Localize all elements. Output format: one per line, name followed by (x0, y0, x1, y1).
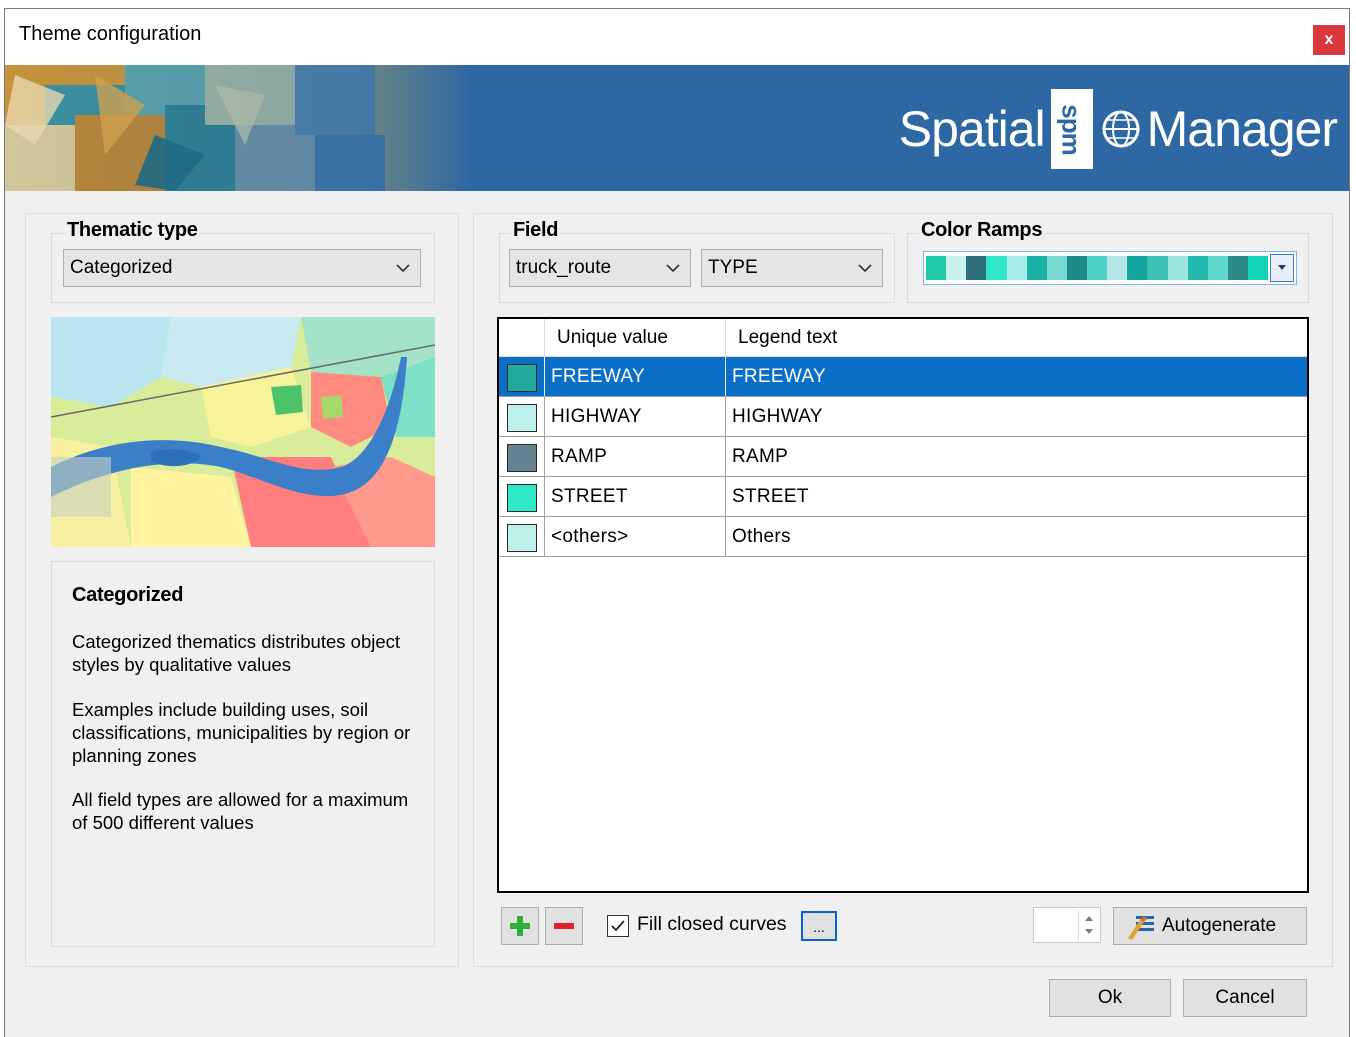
minus-icon (554, 923, 574, 929)
swatch-cell[interactable] (499, 437, 545, 476)
spinner-up-icon[interactable] (1084, 915, 1094, 922)
column-select[interactable]: TYPE (701, 249, 883, 287)
remove-value-button[interactable] (545, 907, 583, 945)
legend-text-column-header[interactable]: Legend text (726, 319, 1307, 357)
ramp-swatch (1207, 256, 1228, 280)
description-title: Categorized (72, 584, 184, 606)
header-banner: Spatial spm Manager (5, 65, 1349, 191)
description-paragraph-2: Examples include building uses, soil cla… (72, 699, 411, 766)
legend-text-cell[interactable]: STREET (726, 477, 1307, 516)
title-bar: Theme configuration x (5, 9, 1349, 65)
thematic-type-select[interactable]: Categorized (63, 249, 421, 287)
autogenerate-button[interactable]: Autogenerate (1113, 907, 1307, 945)
add-value-button[interactable] (501, 907, 539, 945)
unique-value-cell[interactable]: RAMP (545, 437, 726, 476)
ramp-swatch (1066, 256, 1087, 280)
swatch-cell[interactable] (499, 477, 545, 516)
fill-style-ellipsis-button[interactable]: ... (801, 911, 837, 941)
autogenerate-count-spinner[interactable] (1033, 907, 1101, 943)
autogenerate-icon (1128, 916, 1154, 940)
spinner-arrows[interactable] (1078, 910, 1098, 940)
color-ramps-label: Color Ramps (919, 219, 1045, 242)
ramp-swatch (986, 256, 1007, 280)
legend-text-cell[interactable]: FREEWAY (726, 357, 1307, 396)
color-swatch[interactable] (507, 404, 537, 432)
ok-button[interactable]: Ok (1049, 979, 1171, 1017)
ramp-swatch (1026, 256, 1047, 280)
close-button[interactable]: x (1313, 25, 1345, 55)
ramp-swatch (1087, 256, 1108, 280)
ramp-swatch (1167, 256, 1188, 280)
column-select-value: TYPE (708, 257, 758, 278)
swatch-cell[interactable] (499, 357, 545, 396)
table-row[interactable]: HIGHWAY HIGHWAY (499, 397, 1307, 437)
unique-values-grid[interactable]: Unique value Legend text FREEWAY FREEWAY H… (497, 317, 1309, 893)
thematic-description-panel: Categorized Categorized thematics distri… (51, 561, 435, 947)
ramp-swatch (1147, 256, 1168, 280)
ramp-dropdown-button[interactable] (1270, 254, 1294, 282)
globe-icon (1099, 99, 1143, 159)
ramp-swatch (946, 256, 967, 280)
swatch-column-header (499, 319, 545, 357)
field-label: Field (511, 219, 561, 242)
fill-closed-curves-checkbox[interactable] (607, 915, 629, 937)
table-row[interactable]: <others> Others (499, 517, 1307, 557)
ramp-swatch (926, 256, 947, 280)
checkmark-icon (611, 920, 625, 932)
window-title: Theme configuration (19, 23, 202, 45)
table-select[interactable]: truck_route (509, 249, 691, 287)
legend-text-cell[interactable]: RAMP (726, 437, 1307, 476)
ramp-swatch (1248, 256, 1269, 280)
description-paragraph-1: Categorized thematics distributes object… (72, 631, 401, 675)
chevron-down-icon (858, 264, 872, 273)
unique-value-cell[interactable]: <others> (545, 517, 726, 556)
thematic-type-label: Thematic type (65, 219, 200, 242)
cancel-button[interactable]: Cancel (1183, 979, 1307, 1017)
description-paragraph-3: All field types are allowed for a maximu… (72, 789, 409, 833)
spm-badge: spm (1050, 89, 1093, 169)
color-ramp-select[interactable] (923, 251, 1297, 285)
ramp-swatch (1006, 256, 1027, 280)
unique-value-column-header[interactable]: Unique value (545, 319, 726, 357)
banner-map-image (5, 65, 475, 191)
autogenerate-label: Autogenerate (1162, 915, 1277, 936)
swatch-cell[interactable] (499, 397, 545, 436)
color-ramp-preview (926, 256, 1269, 280)
plus-icon (510, 916, 530, 936)
caret-down-icon (1278, 265, 1286, 270)
ramp-swatch (1127, 256, 1148, 280)
unique-value-cell[interactable]: STREET (545, 477, 726, 516)
legend-text-cell[interactable]: Others (726, 517, 1307, 556)
legend-text-cell[interactable]: HIGHWAY (726, 397, 1307, 436)
table-select-value: truck_route (516, 257, 612, 278)
fill-closed-curves-label: Fill closed curves (637, 913, 787, 935)
swatch-cell[interactable] (499, 517, 545, 556)
theme-configuration-dialog: Theme configuration x Spatial spm Manage… (4, 8, 1350, 1037)
spinner-down-icon[interactable] (1084, 928, 1094, 935)
brand-right-text: Manager (1146, 101, 1338, 157)
color-swatch[interactable] (507, 484, 537, 512)
ramp-swatch (1227, 256, 1248, 280)
ramp-swatch (966, 256, 987, 280)
ramp-swatch (1187, 256, 1208, 280)
brand-left-text: Spatial (898, 101, 1046, 157)
unique-value-cell[interactable]: FREEWAY (545, 357, 726, 396)
grid-header: Unique value Legend text (499, 319, 1307, 357)
chevron-down-icon (666, 264, 680, 273)
table-row[interactable]: FREEWAY FREEWAY (499, 357, 1307, 397)
ramp-swatch (1107, 256, 1128, 280)
thematic-preview-map (51, 317, 435, 547)
chevron-down-icon (396, 264, 410, 273)
color-swatch[interactable] (507, 444, 537, 472)
color-swatch[interactable] (507, 524, 537, 552)
unique-value-cell[interactable]: HIGHWAY (545, 397, 726, 436)
table-row[interactable]: RAMP RAMP (499, 437, 1307, 477)
thematic-type-value: Categorized (70, 257, 173, 278)
table-row[interactable]: STREET STREET (499, 477, 1307, 517)
ramp-swatch (1046, 256, 1067, 280)
color-swatch[interactable] (507, 364, 537, 392)
spatial-manager-logo: Spatial spm Manager (898, 83, 1338, 175)
